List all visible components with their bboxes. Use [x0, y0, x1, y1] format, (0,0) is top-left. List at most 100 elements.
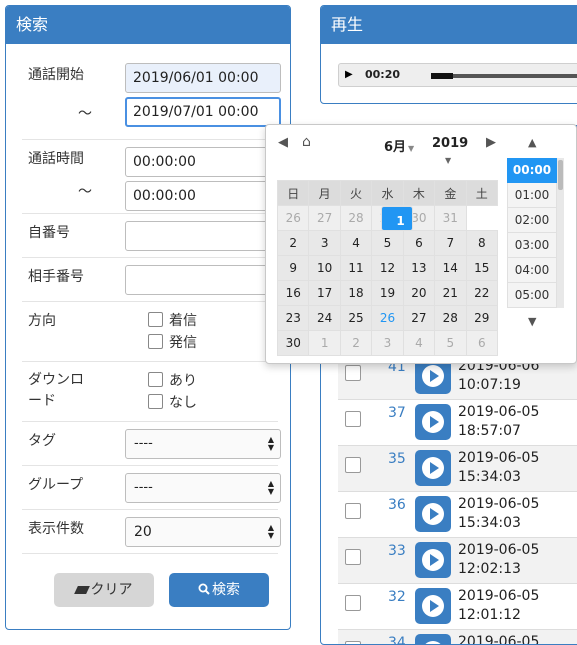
calendar-day[interactable]: 5: [434, 330, 467, 356]
scrollbar-thumb[interactable]: [558, 160, 563, 190]
calendar-day[interactable]: 1: [308, 330, 341, 356]
calendar-day[interactable]: 4: [339, 230, 373, 256]
checkbox-box[interactable]: [148, 372, 163, 387]
calendar-day[interactable]: 13: [402, 255, 436, 281]
month-value: 6月: [384, 140, 407, 155]
direction-incoming-checkbox[interactable]: 着信: [148, 310, 197, 330]
time-option[interactable]: 02:00: [507, 208, 557, 233]
year-down-icon[interactable]: ▼: [445, 156, 451, 165]
calendar-day[interactable]: 27: [308, 205, 341, 231]
call-start-to-field[interactable]: 2019/07/01 00:00: [125, 97, 281, 127]
home-icon[interactable]: ⌂: [302, 134, 311, 150]
calendar-day[interactable]: 8: [465, 230, 499, 256]
row-play-button[interactable]: [415, 496, 451, 532]
row-checkbox[interactable]: [345, 503, 361, 519]
tag-select[interactable]: ---- ▲ ▼: [125, 429, 281, 459]
row-checkbox[interactable]: [345, 549, 361, 565]
group-select[interactable]: ---- ▲ ▼: [125, 473, 281, 503]
calendar-day[interactable]: 28: [434, 305, 467, 331]
calendar-day[interactable]: 31: [434, 205, 467, 231]
clear-button-label: クリア: [90, 582, 133, 598]
calendar-day[interactable]: 30: [276, 330, 310, 356]
calendar-day[interactable]: 15: [465, 255, 499, 281]
next-month-icon[interactable]: ▶: [486, 135, 496, 150]
checkbox-box[interactable]: [148, 394, 163, 409]
download-no-checkbox[interactable]: なし: [148, 392, 197, 412]
row-checkbox[interactable]: [345, 595, 361, 611]
calendar-day[interactable]: 6: [465, 330, 499, 356]
calendar-day[interactable]: 6: [402, 230, 436, 256]
checkbox-box[interactable]: [148, 334, 163, 349]
row-play-button[interactable]: [415, 634, 451, 644]
own-number-field[interactable]: [125, 221, 281, 251]
row-id-link[interactable]: 34: [388, 635, 406, 644]
row-play-button[interactable]: [415, 404, 451, 440]
row-play-button[interactable]: [415, 588, 451, 624]
calendar-day[interactable]: 17: [308, 280, 341, 306]
row-checkbox[interactable]: [345, 457, 361, 473]
month-selector[interactable]: 6月 ▼: [384, 136, 414, 155]
search-button[interactable]: 検索: [169, 573, 269, 607]
row-play-button[interactable]: [415, 542, 451, 578]
clear-button[interactable]: クリア: [54, 573, 154, 607]
call-time-from-field[interactable]: 00:00:00: [125, 147, 281, 177]
time-list[interactable]: 00:00 01:00 02:00 03:00 04:00 05:00: [507, 158, 564, 308]
play-icon[interactable]: ▶: [345, 69, 353, 80]
calendar-day[interactable]: 16: [276, 280, 310, 306]
time-list-scrollbar[interactable]: [557, 158, 564, 308]
calendar-day[interactable]: 3: [308, 230, 341, 256]
calendar-day[interactable]: 23: [276, 305, 310, 331]
row-id-link[interactable]: 37: [388, 405, 406, 421]
row-id-link[interactable]: 32: [388, 589, 406, 605]
calendar-day[interactable]: 18: [339, 280, 373, 306]
prev-month-icon[interactable]: ◀: [278, 135, 288, 150]
call-time-to-field[interactable]: 00:00:00: [125, 181, 281, 211]
row-checkbox[interactable]: [345, 411, 361, 427]
calendar-day[interactable]: 11: [339, 255, 373, 281]
calendar-day[interactable]: 26: [371, 305, 404, 331]
calendar-day[interactable]: 24: [308, 305, 341, 331]
calendar-day[interactable]: 5: [371, 230, 404, 256]
other-number-field[interactable]: [125, 265, 281, 295]
row-checkbox[interactable]: [345, 365, 361, 381]
time-option[interactable]: 05:00: [507, 283, 557, 308]
time-scroll-down-icon[interactable]: ▼: [528, 315, 536, 328]
time-scroll-up-icon[interactable]: ▲: [528, 136, 536, 149]
calendar-day[interactable]: 21: [434, 280, 467, 306]
calendar-day[interactable]: 27: [402, 305, 436, 331]
direction-outgoing-checkbox[interactable]: 発信: [148, 332, 197, 352]
calendar-day[interactable]: 29: [465, 305, 499, 331]
calendar-day[interactable]: 22: [465, 280, 499, 306]
calendar-day[interactable]: 25: [339, 305, 373, 331]
calendar-day[interactable]: 9: [276, 255, 310, 281]
calendar-day[interactable]: 7: [434, 230, 467, 256]
year-selector[interactable]: 2019: [432, 136, 468, 151]
time-option[interactable]: 01:00: [507, 183, 557, 208]
time-option[interactable]: 00:00: [507, 158, 557, 183]
calendar-day[interactable]: 4: [402, 330, 436, 356]
row-id-link[interactable]: 35: [388, 451, 406, 467]
checkbox-box[interactable]: [148, 312, 163, 327]
count-select[interactable]: 20 ▲ ▼: [125, 517, 281, 547]
calendar-day[interactable]: 12: [371, 255, 404, 281]
audio-seek-bar[interactable]: [431, 73, 577, 79]
calendar-day[interactable]: 2: [339, 330, 373, 356]
row-id-link[interactable]: 36: [388, 497, 406, 513]
calendar-day[interactable]: 14: [434, 255, 467, 281]
time-option[interactable]: 04:00: [507, 258, 557, 283]
calendar-day[interactable]: 19: [371, 280, 404, 306]
select-arrows-icon: ▲ ▼: [267, 523, 274, 540]
calendar-day[interactable]: 3: [371, 330, 404, 356]
call-start-from-field[interactable]: 2019/06/01 00:00: [125, 63, 281, 93]
time-option[interactable]: 03:00: [507, 233, 557, 258]
row-checkbox[interactable]: [345, 641, 361, 644]
calendar-day[interactable]: 2: [276, 230, 310, 256]
calendar-day[interactable]: 20: [402, 280, 436, 306]
calendar-day[interactable]: 28: [339, 205, 373, 231]
download-yes-checkbox[interactable]: あり: [148, 370, 197, 390]
row-play-button[interactable]: [415, 450, 451, 486]
calendar-day[interactable]: 26: [276, 205, 310, 231]
calendar-day[interactable]: 10: [308, 255, 341, 281]
calendar-day[interactable]: 1: [380, 206, 413, 231]
row-id-link[interactable]: 33: [388, 543, 406, 559]
